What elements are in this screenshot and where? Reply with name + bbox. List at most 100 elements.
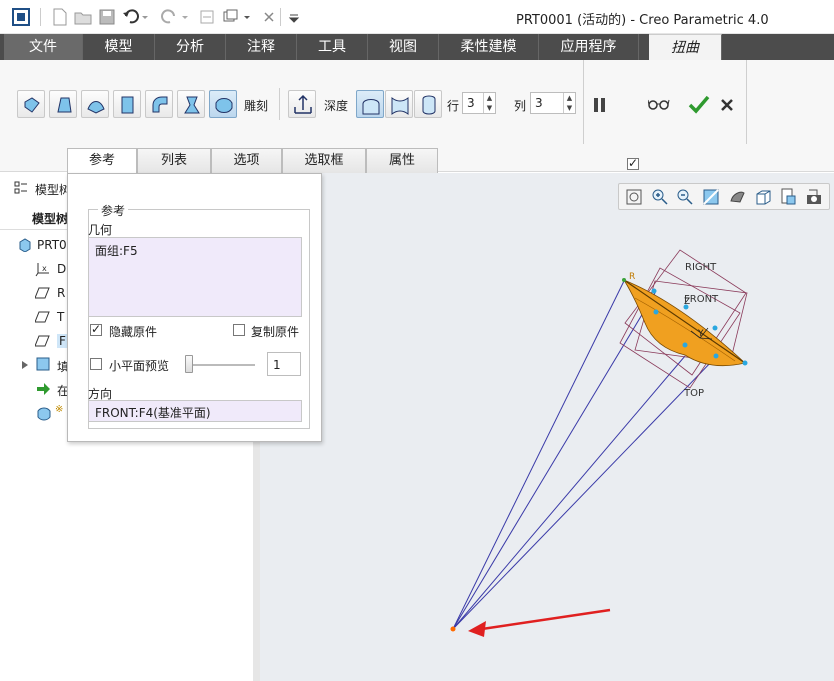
tree-item-part[interactable]: PRT0 xyxy=(37,238,67,252)
tab-model[interactable]: 模型 xyxy=(83,34,155,60)
glasses-icon[interactable] xyxy=(647,97,670,114)
transform-tool-button[interactable] xyxy=(17,90,45,118)
warp-tool-button[interactable] xyxy=(49,90,77,118)
perspective-view-icon[interactable] xyxy=(804,187,824,207)
hide-original-label: 隐藏原件 xyxy=(109,325,158,339)
tab-tools[interactable]: 工具 xyxy=(297,34,368,60)
ribbon-tab-bar: 文件 模型 分析 注释 工具 视图 柔性建模 应用程序 扭曲 xyxy=(0,34,834,60)
direction-value[interactable]: FRONT:F4(基准平面) xyxy=(95,404,211,421)
geometry-value[interactable]: 面组:F5 xyxy=(95,242,138,259)
tab-annotate[interactable]: 注释 xyxy=(226,34,297,60)
sculpted-surface xyxy=(622,278,748,367)
rows-value: 3 xyxy=(467,96,475,110)
fill-icon xyxy=(36,357,50,374)
cols-value: 3 xyxy=(535,96,543,110)
tab-applications[interactable]: 应用程序 xyxy=(539,34,639,60)
facet-value-input[interactable]: 1 xyxy=(267,352,301,376)
subtab-marquee[interactable]: 选取框 xyxy=(282,148,366,173)
cols-stepper[interactable]: 3 ▲ ▼ xyxy=(530,92,576,114)
title-bar: PRT0001 (活动的) - Creo Parametric 4.0 xyxy=(0,0,834,34)
ok-check-icon[interactable] xyxy=(688,94,710,117)
tab-analysis[interactable]: 分析 xyxy=(155,34,226,60)
geometry-label: 几何 xyxy=(88,223,113,237)
csys-icon: x xyxy=(35,261,51,280)
ribbon-separator xyxy=(279,88,280,120)
zoom-in-icon[interactable] xyxy=(650,187,670,207)
facet-preview-label: 小平面预览 xyxy=(109,359,170,373)
depth-two-side-button[interactable] xyxy=(385,90,413,118)
annotation-arrow xyxy=(468,608,611,637)
ribbon-separator xyxy=(746,60,747,144)
pause-icon[interactable] xyxy=(592,96,608,117)
facet-value: 1 xyxy=(273,358,281,372)
save-icon[interactable] xyxy=(98,8,116,26)
rows-label: 行 xyxy=(447,99,460,113)
zoom-out-icon[interactable] xyxy=(675,187,695,207)
subtab-options[interactable]: 选项 xyxy=(211,148,282,173)
hide-original-checkbox[interactable] xyxy=(90,322,102,336)
cols-spin-arrows[interactable]: ▲ ▼ xyxy=(563,93,575,113)
subtab-properties[interactable]: 属性 xyxy=(366,148,438,173)
bend-tool-button[interactable] xyxy=(145,90,173,118)
graphics-viewport[interactable]: R Z Y RIGHT FRONT TOP xyxy=(260,173,834,681)
rows-spin-arrows[interactable]: ▲ ▼ xyxy=(483,93,495,113)
refit-icon[interactable] xyxy=(624,187,644,207)
sculpt-tool-button[interactable] xyxy=(209,90,237,118)
repaint-icon[interactable] xyxy=(701,187,721,207)
open-folder-icon[interactable] xyxy=(74,8,92,26)
spine-tool-button[interactable] xyxy=(81,90,109,118)
app-icon[interactable] xyxy=(12,8,30,26)
view-manager-icon[interactable] xyxy=(778,187,798,207)
plane-label-top: TOP xyxy=(684,388,705,399)
close-window-icon[interactable] xyxy=(262,8,276,26)
depth-symmetric-button[interactable] xyxy=(414,90,442,118)
direction-collector[interactable]: FRONT:F4(基准平面) xyxy=(88,400,302,422)
svg-text:x: x xyxy=(42,264,47,273)
redo-icon[interactable] xyxy=(160,8,188,26)
tab-warp[interactable]: 扭曲 xyxy=(649,34,722,60)
windows-icon[interactable] xyxy=(222,8,252,26)
part-icon xyxy=(18,238,32,255)
tab-flexible-modeling[interactable]: 柔性建模 xyxy=(439,34,539,60)
tree-layout-icon[interactable] xyxy=(14,181,28,198)
warp-feature-icon xyxy=(36,406,52,425)
new-file-icon[interactable] xyxy=(52,8,68,26)
model-tree-subheader: 模型树 xyxy=(32,212,69,226)
stretch-tool-button[interactable] xyxy=(113,90,141,118)
subtab-list[interactable]: 列表 xyxy=(137,148,211,173)
display-style-icon[interactable] xyxy=(727,187,747,207)
tab-file[interactable]: 文件 xyxy=(4,34,83,60)
ribbon-separator xyxy=(583,60,584,144)
direction-tool-button[interactable] xyxy=(288,90,316,118)
sculpt-label: 雕刻 xyxy=(244,99,269,113)
group-title: 参考 xyxy=(98,202,129,219)
expand-arrow-icon[interactable] xyxy=(21,359,29,373)
copy-original-label: 复制原件 xyxy=(251,325,300,339)
tab-view[interactable]: 视图 xyxy=(368,34,439,60)
depth-one-side-button[interactable] xyxy=(356,90,384,118)
facet-slider-track[interactable] xyxy=(185,364,255,366)
facet-preview-checkbox[interactable] xyxy=(90,358,102,370)
preview-checkbox[interactable] xyxy=(627,156,639,170)
tree-item-right[interactable]: R xyxy=(57,286,65,300)
saved-orientations-icon[interactable] xyxy=(753,187,773,207)
plane-label-front: FRONT xyxy=(684,294,719,305)
customize-toolbar-icon[interactable] xyxy=(288,8,300,26)
undo-icon[interactable] xyxy=(122,8,150,26)
geometry-collector[interactable]: 面组:F5 xyxy=(88,237,302,317)
copy-original-checkbox[interactable] xyxy=(233,324,245,336)
regenerate-icon[interactable] xyxy=(198,8,216,26)
cancel-x-icon[interactable] xyxy=(720,98,734,115)
insert-arrow-icon xyxy=(36,382,50,399)
subtab-references[interactable]: 参考 xyxy=(67,148,137,174)
model-graphics: R Z Y xyxy=(450,249,748,637)
tree-item-csys[interactable]: D xyxy=(57,262,66,276)
origin-point xyxy=(450,626,456,632)
model-tree-header: 模型树 xyxy=(35,183,72,197)
tree-item-warp[interactable]: ※ xyxy=(55,404,63,415)
plane-icon xyxy=(34,310,51,327)
rows-stepper[interactable]: 3 ▲ ▼ xyxy=(462,92,496,114)
twist-tool-button[interactable] xyxy=(177,90,205,118)
tree-item-top[interactable]: T xyxy=(57,310,64,324)
facet-slider-handle[interactable] xyxy=(185,355,193,373)
